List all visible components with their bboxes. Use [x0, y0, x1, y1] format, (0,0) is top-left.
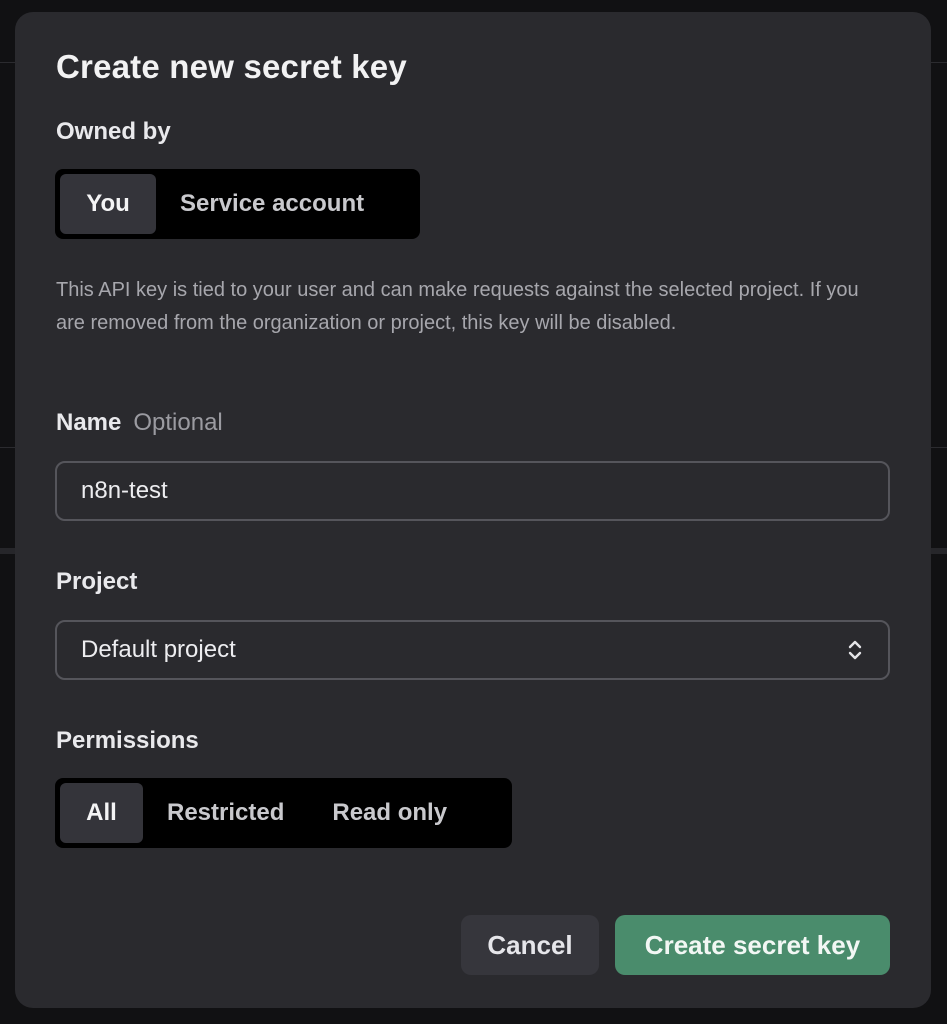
owned-by-option-you[interactable]: You: [60, 174, 156, 234]
owned-by-toggle: You Service account: [55, 169, 420, 239]
owner-description: This API key is tied to your user and ca…: [56, 279, 859, 334]
permissions-option-read-only[interactable]: Read only: [308, 783, 471, 843]
project-select[interactable]: Default project: [55, 620, 890, 680]
permissions-toggle: All Restricted Read only: [55, 778, 512, 848]
name-label: Name Optional: [56, 409, 223, 437]
name-field[interactable]: [55, 461, 890, 521]
name-input[interactable]: [81, 477, 864, 505]
dialog-title: Create new secret key: [56, 48, 407, 85]
owned-by-option-service-account[interactable]: Service account: [156, 174, 388, 234]
cancel-button[interactable]: Cancel: [461, 915, 599, 975]
project-label: Project: [56, 568, 138, 595]
create-secret-key-dialog: Create new secret key Owned by You Servi…: [15, 12, 931, 1008]
permissions-option-restricted[interactable]: Restricted: [143, 783, 308, 843]
permissions-label: Permissions: [56, 727, 199, 754]
create-secret-key-button[interactable]: Create secret key: [615, 915, 890, 975]
owned-by-label: Owned by: [56, 118, 171, 145]
name-optional-label: Optional: [133, 409, 223, 436]
project-select-value: Default project: [81, 636, 236, 663]
permissions-option-all[interactable]: All: [60, 783, 143, 843]
name-label-text: Name: [56, 409, 122, 436]
chevron-up-down-icon: [848, 640, 862, 660]
